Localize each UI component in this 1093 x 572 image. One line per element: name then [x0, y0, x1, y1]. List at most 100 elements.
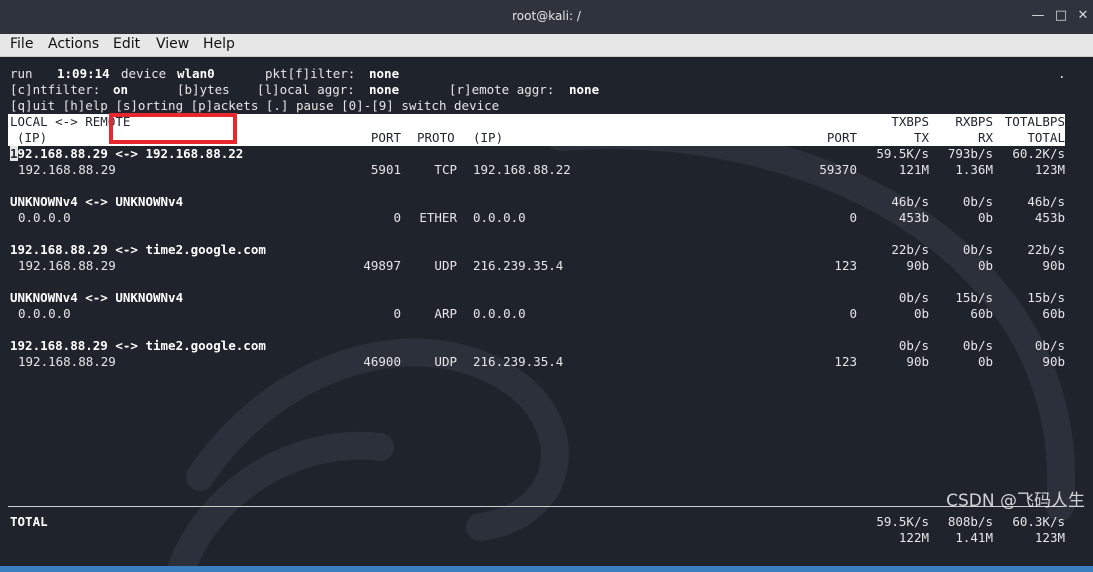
flow-rip: 216.239.35.4	[473, 354, 564, 369]
flow-txbps: 0b/s	[898, 338, 929, 353]
flow-rxbps: 0b/s	[962, 338, 993, 353]
window-titlebar[interactable]: root@kali: / — □ ✕	[0, 0, 1093, 35]
flow-txbps: 46b/s	[891, 194, 929, 209]
menu-actions[interactable]: Actions	[48, 36, 99, 52]
flow-totbps: 0b/s	[1034, 338, 1065, 353]
header-port-remote: PORT	[826, 130, 857, 145]
flow-tx: 121M	[898, 162, 929, 177]
help-line: [q]uit [h]elp [s]orting [p]ackets [.] pa…	[10, 98, 500, 113]
flow-title: 192.168.88.29 <-> 192.168.88.22	[10, 146, 244, 161]
menu-file[interactable]: File	[10, 36, 33, 52]
total-total: 123M	[1034, 530, 1065, 545]
flow-tx: 453b	[898, 210, 929, 225]
menu-help[interactable]: Help	[203, 36, 235, 52]
header-ip-local: (IP)	[17, 130, 48, 145]
taskbar-strip	[0, 566, 1093, 572]
flow-rxbps: 15b/s	[955, 290, 993, 305]
total-txbps: 59.5K/s	[876, 514, 929, 529]
flow-rxbps: 793b/s	[947, 146, 993, 161]
pktfilter-value: none	[369, 66, 400, 81]
flow-tx: 90b	[906, 354, 929, 369]
close-icon[interactable]: ✕	[1075, 8, 1091, 24]
flow-title: UNKNOWNv4 <-> UNKNOWNv4	[10, 194, 184, 209]
flow-proto: ARP	[434, 306, 457, 321]
terminal-cursor: 1	[10, 146, 18, 161]
run-time: 1:09:14	[57, 66, 110, 81]
flow-lport: 0	[393, 210, 401, 225]
terminal-area[interactable]: run 1:09:14 device wlan0 pkt[f]ilter: no…	[0, 57, 1093, 572]
csdn-watermark: CSDN @飞码人生	[946, 491, 1085, 511]
flow-totbps: 46b/s	[1027, 194, 1065, 209]
flow-tx: 90b	[906, 258, 929, 273]
maximize-icon[interactable]: □	[1053, 8, 1069, 24]
flow-lip: 0.0.0.0	[18, 210, 71, 225]
flow-rport: 0	[849, 306, 857, 321]
local-aggr-value: none	[369, 82, 400, 97]
flow-rport: 59370	[819, 162, 857, 177]
flow-tot: 90b	[1042, 354, 1065, 369]
run-label: run	[10, 66, 33, 81]
flow-totbps: 60.2K/s	[1012, 146, 1065, 161]
status-dot: .	[1058, 66, 1066, 81]
total-tx: 122M	[898, 530, 929, 545]
header-local-remote: LOCAL <-> REMOTE	[10, 114, 131, 129]
bytes-label: [b]ytes	[177, 82, 230, 97]
remote-aggr-value: none	[569, 82, 600, 97]
flow-tx: 0b	[913, 306, 929, 321]
flow-txbps: 59.5K/s	[876, 146, 929, 161]
flow-tot: 60b	[1042, 306, 1065, 321]
flow-rx: 0b	[977, 354, 993, 369]
menu-edit[interactable]: Edit	[113, 36, 140, 52]
flow-rx: 60b	[970, 306, 993, 321]
menu-bar: File Actions Edit View Help	[0, 34, 1093, 57]
header-totalbps: TOTALBPS	[1004, 114, 1065, 129]
cntfilter-label: [c]ntfilter:	[10, 82, 101, 97]
flow-rip: 216.239.35.4	[473, 258, 564, 273]
header-txbps: TXBPS	[891, 114, 929, 129]
device-value: wlan0	[177, 66, 215, 81]
flow-lport: 46900	[363, 354, 401, 369]
minimize-icon[interactable]: —	[1030, 8, 1046, 24]
column-header: LOCAL <-> REMOTE (IP) PORT PROTO (IP) PO…	[8, 114, 1065, 146]
flow-totbps: 15b/s	[1027, 290, 1065, 305]
flow-lip: 192.168.88.29	[18, 354, 116, 369]
pktfilter-label: pkt[f]ilter:	[265, 66, 356, 81]
total-label: TOTAL	[10, 514, 48, 529]
total-rx: 1.41M	[955, 530, 993, 545]
menu-view[interactable]: View	[156, 36, 189, 52]
flow-title: UNKNOWNv4 <-> UNKNOWNv4	[10, 290, 184, 305]
flow-txbps: 22b/s	[891, 242, 929, 257]
total-separator	[8, 506, 1065, 507]
flow-rport: 123	[834, 354, 857, 369]
total-rxbps: 808b/s	[947, 514, 993, 529]
flow-rxbps: 0b/s	[962, 242, 993, 257]
remote-aggr-label: [r]emote aggr:	[449, 82, 555, 97]
header-ip-remote: (IP)	[473, 130, 504, 145]
flow-proto: UDP	[434, 258, 457, 273]
flow-lport: 5901	[370, 162, 401, 177]
header-tx: TX	[913, 130, 929, 145]
window-title: root@kali: /	[512, 9, 581, 23]
flow-rport: 123	[834, 258, 857, 273]
flow-rip: 0.0.0.0	[473, 210, 526, 225]
device-label: device	[121, 66, 167, 81]
flow-lport: 0	[393, 306, 401, 321]
flow-tot: 123M	[1034, 162, 1065, 177]
flow-rxbps: 0b/s	[962, 194, 993, 209]
flow-title: 192.168.88.29 <-> time2.google.com	[10, 242, 266, 257]
cntfilter-value: on	[113, 82, 129, 97]
flow-proto: TCP	[434, 162, 457, 177]
flow-totbps: 22b/s	[1027, 242, 1065, 257]
flow-proto: UDP	[434, 354, 457, 369]
flow-tot: 90b	[1042, 258, 1065, 273]
flow-rip: 192.168.88.22	[473, 162, 571, 177]
flow-lip: 0.0.0.0	[18, 306, 71, 321]
flow-lip: 192.168.88.29	[18, 162, 116, 177]
flow-rx: 0b	[977, 210, 993, 225]
local-aggr-label: [l]ocal aggr:	[257, 82, 355, 97]
flow-rip: 0.0.0.0	[473, 306, 526, 321]
header-proto: PROTO	[417, 130, 455, 145]
flow-tot: 453b	[1034, 210, 1065, 225]
flow-rx: 0b	[977, 258, 993, 273]
flow-rport: 0	[849, 210, 857, 225]
